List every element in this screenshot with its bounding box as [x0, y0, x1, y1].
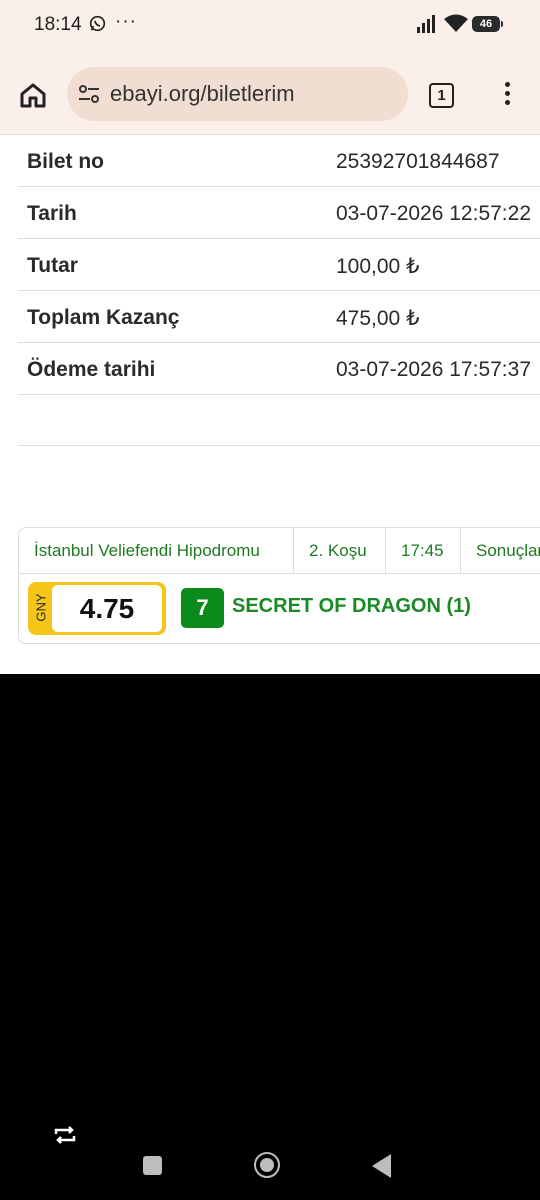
race-status: Sonuçlandı	[476, 541, 540, 560]
horse-number-badge: 7	[181, 588, 224, 628]
row-label: Tutar	[27, 254, 78, 277]
odds-value: 4.75	[52, 585, 162, 632]
more-vert-icon[interactable]	[503, 82, 511, 108]
table-row: Tutar 100,00 ₺	[18, 239, 540, 291]
table-row: Tarih 03-07-2026 12:57:22	[18, 187, 540, 239]
signal-icon	[417, 15, 435, 33]
url-text[interactable]: ebayi.org/biletlerim	[110, 81, 295, 107]
more-notifications-icon: ···	[115, 11, 137, 32]
race-info-bar: İstanbul Veliefendi Hipodromu 2. Koşu 17…	[19, 528, 540, 574]
row-value: 100,00 ₺	[336, 255, 420, 278]
odds-label: GNY	[33, 593, 49, 622]
status-time: 18:14	[34, 14, 82, 35]
row-label: Bilet no	[27, 150, 104, 173]
row-label: Tarih	[27, 202, 77, 225]
row-value: 03-07-2026 17:57:37	[336, 358, 531, 381]
race-track[interactable]: İstanbul Veliefendi Hipodromu	[19, 528, 260, 573]
browser-toolbar: ebayi.org/biletlerim 1	[0, 50, 540, 134]
horse-name: SECRET OF DRAGON (1)	[232, 595, 471, 617]
home-button[interactable]	[254, 1152, 280, 1178]
home-icon[interactable]	[19, 81, 47, 109]
status-bar: 18:14 ··· 46	[0, 0, 540, 50]
race-time: 17:45	[401, 541, 444, 560]
recents-button[interactable]	[143, 1156, 162, 1175]
row-value: 03-07-2026 12:57:22	[336, 202, 531, 225]
tab-switcher-button[interactable]: 1	[429, 83, 454, 108]
wifi-icon	[444, 14, 468, 32]
table-row: Ödeme tarihi 03-07-2026 17:57:37	[18, 343, 540, 395]
row-value: 25392701844687	[336, 150, 500, 173]
race-number: 2. Koşu	[309, 541, 367, 560]
row-label: Toplam Kazanç	[27, 306, 180, 329]
table-row: Bilet no 25392701844687	[18, 135, 540, 187]
whatsapp-icon	[89, 15, 106, 32]
odds-badge: GNY 4.75	[28, 582, 166, 635]
back-button[interactable]	[372, 1154, 391, 1178]
page-content: Bilet no 25392701844687 Tarih 03-07-2026…	[0, 134, 540, 674]
table-row: Toplam Kazanç 475,00 ₺	[18, 291, 540, 343]
row-label: Ödeme tarihi	[27, 358, 156, 381]
race-card: İstanbul Veliefendi Hipodromu 2. Koşu 17…	[18, 527, 540, 644]
empty-row	[18, 395, 540, 446]
system-nav-bar	[0, 1110, 540, 1200]
ticket-details-table: Bilet no 25392701844687 Tarih 03-07-2026…	[18, 135, 540, 446]
row-value: 475,00 ₺	[336, 307, 420, 330]
battery-icon: 46	[472, 16, 503, 32]
site-settings-icon[interactable]	[78, 83, 100, 105]
rotate-icon[interactable]	[53, 1125, 77, 1145]
address-bar[interactable]: ebayi.org/biletlerim	[67, 67, 408, 121]
